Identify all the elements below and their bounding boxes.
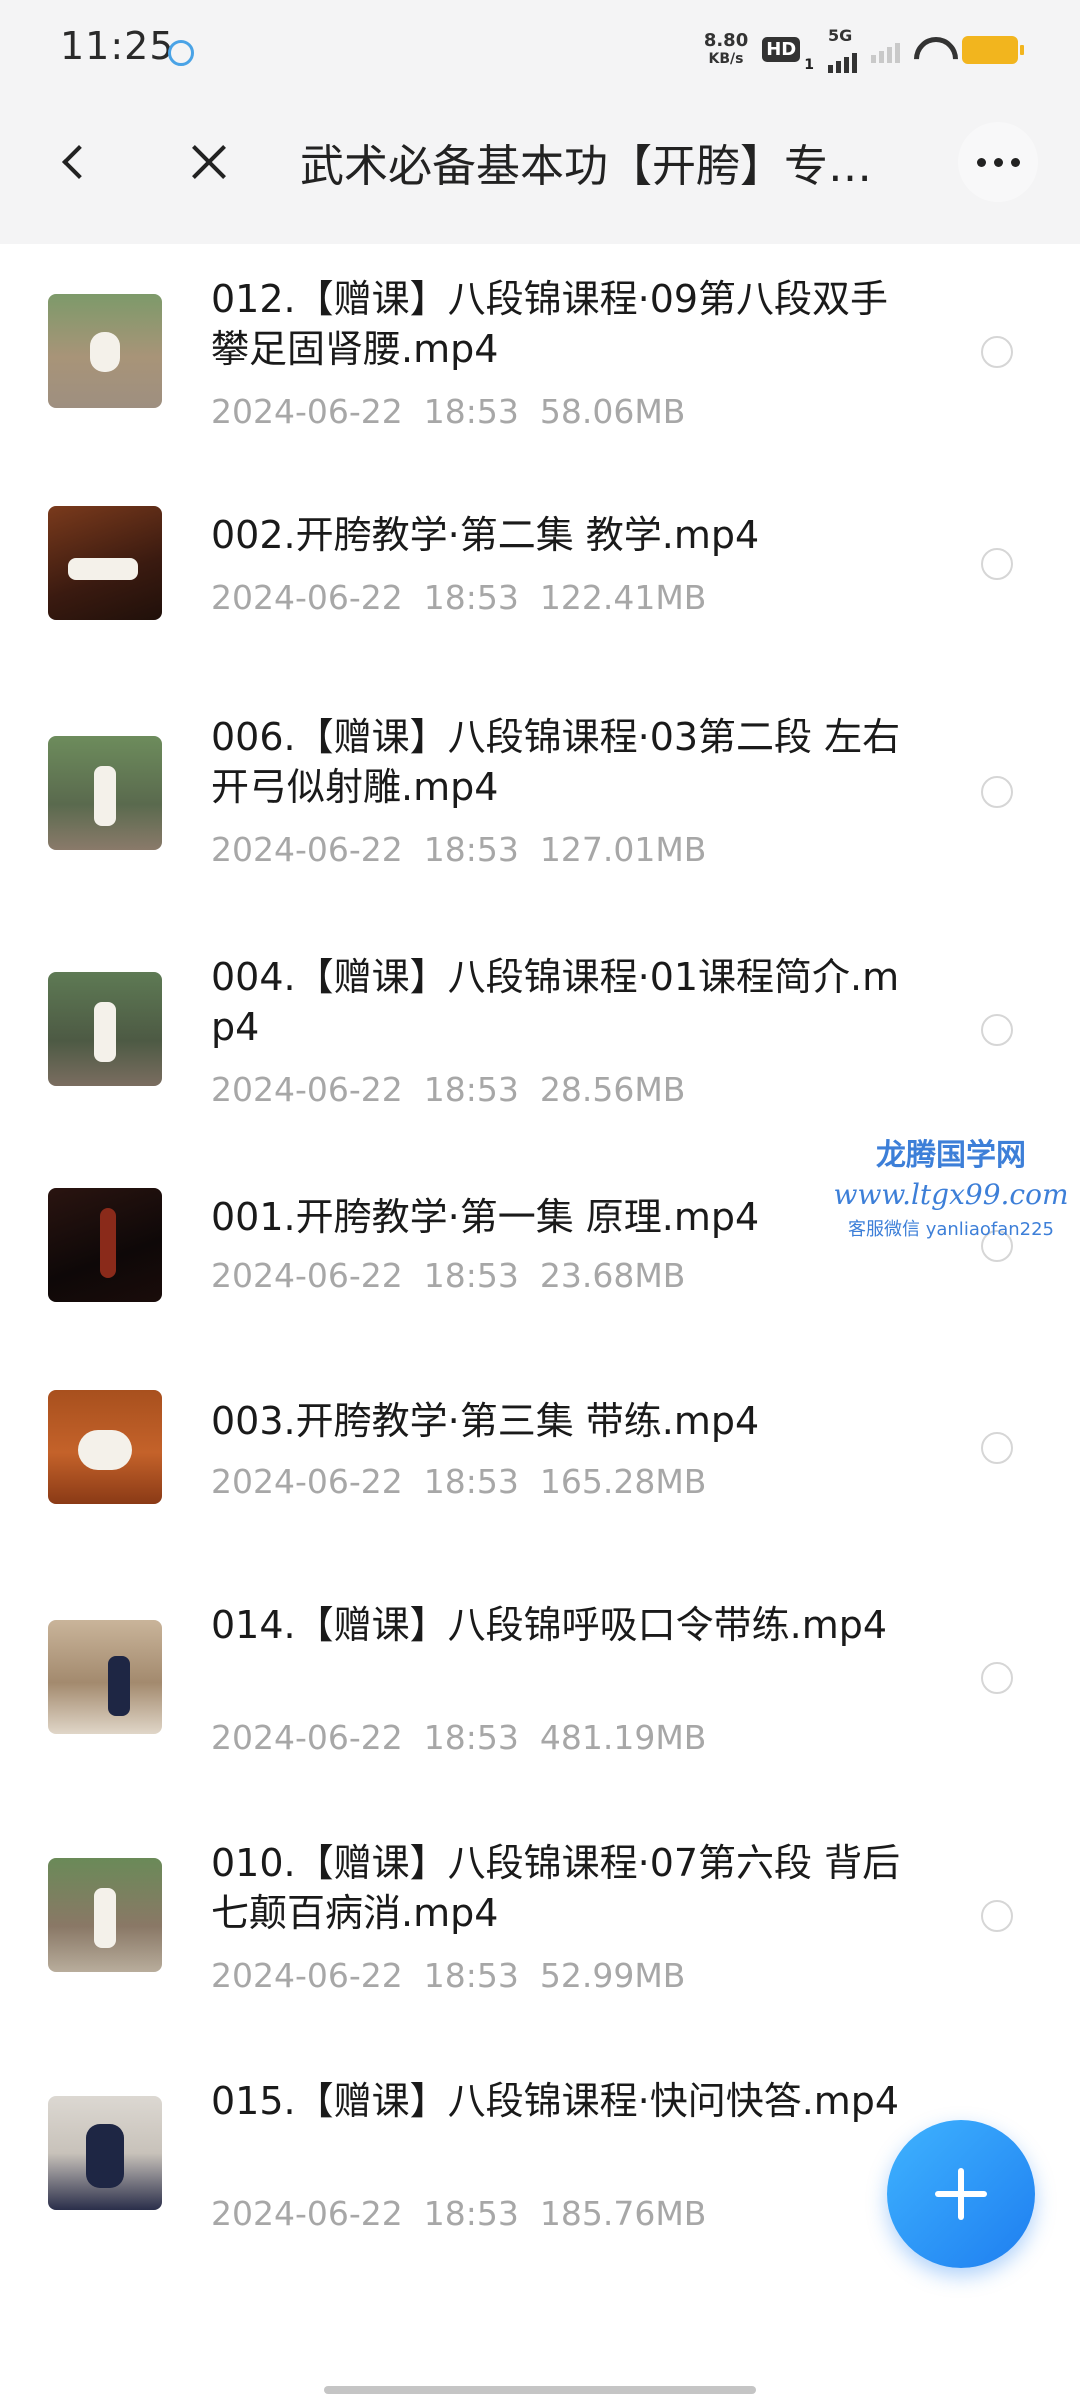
file-meta: 2024-06-22 18:53 127.01MB — [211, 830, 706, 869]
video-thumbnail — [48, 2096, 162, 2210]
status-indicators: 8.80 KB/s HD 1 5G — [703, 26, 1024, 73]
file-time: 18:53 — [423, 1956, 519, 1995]
file-meta: 2024-06-22 18:53 23.68MB — [211, 1256, 685, 1295]
video-thumbnail — [48, 1188, 162, 1302]
file-name: 006.【赠课】八段锦课程·03第二段 左右开弓似射雕.mp4 — [211, 715, 901, 809]
select-radio[interactable] — [981, 1662, 1013, 1694]
file-time: 18:53 — [423, 1462, 519, 1501]
app-notification-icon — [168, 40, 194, 66]
file-time: 18:53 — [423, 1718, 519, 1757]
close-icon[interactable] — [180, 132, 240, 192]
file-time: 18:53 — [423, 392, 519, 431]
file-size: 28.56MB — [539, 1070, 686, 1109]
file-meta: 2024-06-22 18:53 28.56MB — [211, 1070, 685, 1109]
hd-sub-label: 1 — [804, 57, 814, 73]
dot-icon — [993, 157, 1003, 167]
page-title: 武术必备基本功【开胯】专… — [300, 141, 872, 192]
file-date: 2024-06-22 — [211, 392, 403, 431]
hd-label: HD — [766, 39, 797, 60]
status-time: 11:25 — [60, 24, 175, 68]
video-thumbnail — [48, 1620, 162, 1734]
select-radio[interactable] — [981, 1432, 1013, 1464]
file-size: 52.99MB — [539, 1956, 686, 1995]
file-name: 003.开胯教学·第三集 带练.mp4 — [211, 1399, 760, 1443]
file-meta: 2024-06-22 18:53 165.28MB — [211, 1462, 706, 1501]
hd-icon: HD — [762, 37, 801, 62]
file-time: 18:53 — [423, 1256, 519, 1295]
home-indicator[interactable] — [324, 2386, 756, 2394]
video-thumbnail — [48, 736, 162, 850]
battery-icon — [962, 35, 1024, 64]
more-options-button[interactable] — [958, 122, 1038, 202]
file-date: 2024-06-22 — [211, 1070, 403, 1109]
select-radio[interactable] — [981, 1014, 1013, 1046]
file-date: 2024-06-22 — [211, 830, 403, 869]
file-meta: 2024-06-22 18:53 58.06MB — [211, 392, 685, 431]
file-meta: 2024-06-22 18:53 185.76MB — [211, 2194, 706, 2233]
cell-signal-icon — [828, 47, 857, 73]
file-name: 014.【赠课】八段锦呼吸口令带练.mp4 — [211, 1603, 888, 1647]
file-size: 165.28MB — [539, 1462, 707, 1501]
file-name: 015.【赠课】八段锦课程·快问快答.mp4 — [211, 2079, 900, 2123]
back-icon[interactable] — [44, 132, 104, 192]
cell-signal-2-icon — [871, 37, 900, 63]
file-meta: 2024-06-22 18:53 52.99MB — [211, 1956, 685, 1995]
video-thumbnail — [48, 294, 162, 408]
video-thumbnail — [48, 1858, 162, 1972]
list-item[interactable]: 002.开胯教学·第二集 教学.mp4 2024-06-22 18:53 122… — [0, 458, 1080, 672]
watermark-contact: 客服微信 yanliaofan225 — [848, 1219, 1054, 1240]
file-name: 012.【赠课】八段锦课程·09第八段双手攀足固肾腰.mp4 — [211, 277, 889, 371]
file-meta: 2024-06-22 18:53 481.19MB — [211, 1718, 706, 1757]
wifi-icon — [914, 37, 948, 63]
file-size: 185.76MB — [539, 2194, 707, 2233]
list-item[interactable]: 012.【赠课】八段锦课程·09第八段双手攀足固肾腰.mp4 2024-06-2… — [0, 244, 1080, 458]
file-date: 2024-06-22 — [211, 2194, 403, 2233]
video-thumbnail — [48, 506, 162, 620]
select-radio[interactable] — [981, 548, 1013, 580]
network-speed: 8.80 KB/s — [703, 29, 749, 68]
list-item[interactable]: 004.【赠课】八段锦课程·01课程简介.mp4 2024-06-22 18:5… — [0, 912, 1080, 1150]
dot-icon — [1010, 157, 1020, 167]
file-date: 2024-06-22 — [211, 1718, 403, 1757]
file-date: 2024-06-22 — [211, 1956, 403, 1995]
list-item[interactable]: 006.【赠课】八段锦课程·03第二段 左右开弓似射雕.mp4 2024-06-… — [0, 672, 1080, 912]
file-size: 481.19MB — [539, 1718, 707, 1757]
file-size: 23.68MB — [539, 1256, 686, 1295]
select-radio[interactable] — [981, 776, 1013, 808]
watermark-url: www.ltgx99.com — [833, 1178, 1069, 1211]
add-button[interactable] — [887, 2120, 1035, 2268]
file-size: 58.06MB — [539, 392, 686, 431]
file-name: 004.【赠课】八段锦课程·01课程简介.mp4 — [211, 955, 900, 1049]
header-bar: 武术必备基本功【开胯】专… — [0, 82, 1080, 244]
cell-signal-group: 5G — [828, 26, 857, 73]
network-type-label: 5G — [828, 26, 853, 45]
file-time: 18:53 — [423, 830, 519, 869]
file-time: 18:53 — [423, 1070, 519, 1109]
file-size: 127.01MB — [539, 830, 707, 869]
file-name: 002.开胯教学·第二集 教学.mp4 — [211, 513, 760, 557]
video-thumbnail — [48, 972, 162, 1086]
watermark-title: 龙腾国学网 — [876, 1138, 1026, 1173]
list-item[interactable]: 010.【赠课】八段锦课程·07第六段 背后七颠百病消.mp4 2024-06-… — [0, 1810, 1080, 2048]
file-date: 2024-06-22 — [211, 578, 403, 617]
file-meta: 2024-06-22 18:53 122.41MB — [211, 578, 706, 617]
file-date: 2024-06-22 — [211, 1462, 403, 1501]
status-bar: 11:25 8.80 KB/s HD 1 5G — [0, 0, 1080, 82]
select-radio[interactable] — [981, 336, 1013, 368]
select-radio[interactable] — [981, 1900, 1013, 1932]
video-thumbnail — [48, 1390, 162, 1504]
file-time: 18:53 — [423, 578, 519, 617]
file-date: 2024-06-22 — [211, 1256, 403, 1295]
list-item[interactable]: 014.【赠课】八段锦呼吸口令带练.mp4 2024-06-22 18:53 4… — [0, 1572, 1080, 1810]
dot-icon — [976, 157, 986, 167]
file-name: 010.【赠课】八段锦课程·07第六段 背后七颠百病消.mp4 — [211, 1841, 901, 1935]
list-item[interactable]: 003.开胯教学·第三集 带练.mp4 2024-06-22 18:53 165… — [0, 1356, 1080, 1572]
watermark: 龙腾国学网 www.ltgx99.com 客服微信 yanliaofan225 — [826, 1130, 1076, 1241]
file-size: 122.41MB — [539, 578, 707, 617]
file-name: 001.开胯教学·第一集 原理.mp4 — [211, 1195, 760, 1239]
network-speed-unit: KB/s — [708, 50, 744, 67]
network-speed-value: 8.80 — [703, 29, 749, 51]
file-time: 18:53 — [423, 2194, 519, 2233]
